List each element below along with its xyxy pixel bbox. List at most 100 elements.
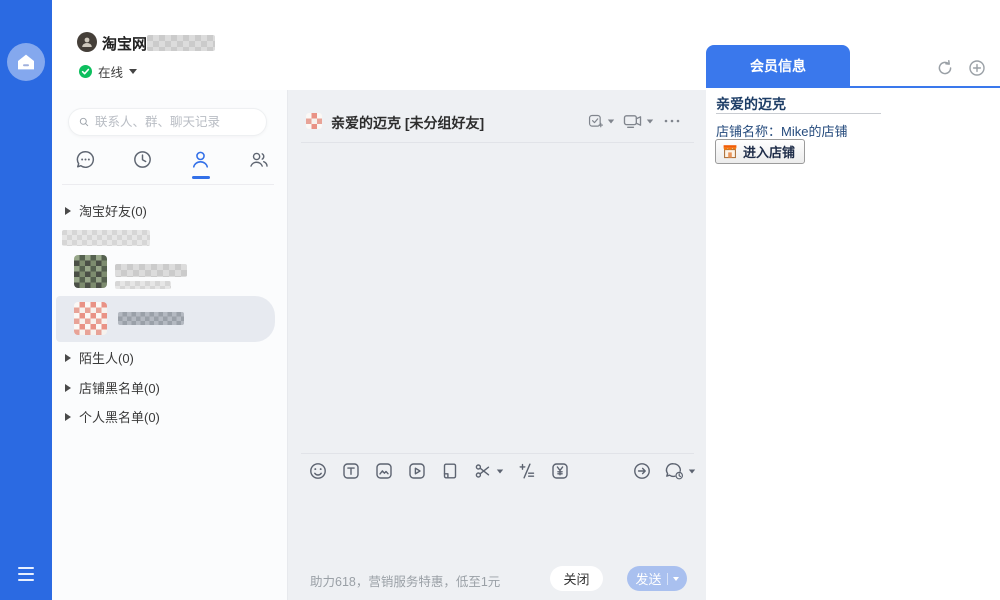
status-label: 在线: [98, 62, 123, 81]
site-title: 淘宝网: [102, 33, 147, 54]
scissors-icon: [473, 461, 493, 481]
chevron-down-icon: [608, 119, 614, 123]
file-icon: [440, 461, 460, 481]
redacted-contact-name: [115, 264, 187, 277]
group-label: 个人黑名单(0): [79, 407, 160, 426]
arrow-circle-icon: [632, 461, 652, 481]
tab-recent[interactable]: [131, 148, 153, 170]
active-tab-indicator: [192, 176, 210, 179]
refresh-button[interactable]: [934, 57, 956, 79]
chat-bubble-icon: [75, 149, 96, 170]
group-label: 陌生人(0): [79, 348, 134, 367]
close-chat-button[interactable]: 关闭: [550, 566, 603, 591]
group-strangers[interactable]: 陌生人(0): [65, 348, 134, 367]
message-input[interactable]: [288, 484, 707, 556]
refresh-icon: [936, 59, 954, 77]
emoji-icon: [308, 461, 328, 481]
text-format-icon: [341, 461, 361, 481]
send-label: 发送: [635, 569, 661, 588]
emoji-button[interactable]: [308, 461, 328, 481]
username-redacted: [147, 35, 215, 51]
shop-name-label: 店铺名称：Mike的店铺: [716, 121, 847, 140]
task-checkbox-menu-button[interactable]: [587, 108, 615, 134]
tab-contacts-selected[interactable]: [189, 148, 211, 170]
image-icon: [374, 461, 394, 481]
storefront-icon: [722, 144, 738, 159]
enter-shop-button[interactable]: 进入店铺: [715, 139, 805, 164]
collapse-arrow-icon: [65, 384, 71, 392]
status-selector[interactable]: 在线: [79, 62, 137, 81]
tab-conversations[interactable]: [74, 148, 96, 170]
ellipsis-icon: [662, 111, 682, 131]
user-avatar[interactable]: [77, 32, 97, 52]
plus-circle-icon: [968, 59, 986, 77]
play-video-icon: [407, 461, 427, 481]
close-chat-label: 关闭: [563, 569, 589, 588]
divider: [301, 453, 694, 454]
collapse-arrow-icon: [65, 413, 71, 421]
chat-peer-avatar: [306, 113, 322, 129]
tab-groups[interactable]: [247, 148, 271, 170]
contact-row[interactable]: [52, 253, 277, 293]
video-button[interactable]: [407, 461, 427, 481]
main-menu-button[interactable]: [18, 567, 34, 581]
home-button[interactable]: [7, 43, 45, 81]
video-call-menu-button[interactable]: [622, 108, 654, 134]
add-tab-button[interactable]: [966, 57, 988, 79]
font-button[interactable]: [341, 461, 361, 481]
chevron-down-icon: [497, 469, 503, 473]
image-button[interactable]: [374, 461, 394, 481]
yen-icon: [550, 461, 570, 481]
redacted-contact-name: [118, 312, 184, 325]
redacted-contact-status: [115, 281, 171, 289]
contact-row-selected[interactable]: [56, 296, 275, 342]
group-label: 淘宝好友(0): [79, 201, 147, 220]
avatar: [74, 302, 107, 335]
person-icon: [80, 35, 94, 49]
person-icon: [190, 149, 211, 170]
burger-line: [18, 579, 34, 581]
checkbox-plus-icon: [587, 111, 604, 131]
collapse-arrow-icon: [65, 354, 71, 362]
left-rail: [0, 0, 52, 600]
search-input[interactable]: [95, 115, 256, 129]
divider: [716, 113, 881, 114]
group-taobao-friends[interactable]: 淘宝好友(0): [65, 201, 147, 220]
group-personal-blacklist[interactable]: 个人黑名单(0): [65, 407, 160, 426]
member-tab-label: 会员信息: [750, 56, 806, 76]
chat-panel: 亲爱的迈克 [未分组好友]: [287, 90, 706, 600]
message-records-menu-button[interactable]: [664, 461, 696, 481]
burger-line: [18, 567, 34, 569]
promo-banner[interactable]: 助力618，营销服务特惠，低至1元: [310, 571, 500, 590]
message-history[interactable]: [288, 143, 707, 453]
chat-history-icon: [664, 461, 685, 481]
group-shop-blacklist[interactable]: 店铺黑名单(0): [65, 378, 160, 397]
forward-button[interactable]: [632, 461, 652, 481]
online-status-icon: [79, 65, 92, 78]
people-group-icon: [248, 149, 270, 170]
burger-line: [18, 573, 34, 575]
member-name: 亲爱的迈克: [716, 94, 786, 114]
app-window: 淘宝网 在线 帮助 | 皮肤 | 设置 |: [0, 0, 1000, 600]
avatar: [74, 255, 107, 288]
contact-search[interactable]: [68, 108, 267, 136]
send-button[interactable]: 发送: [627, 566, 687, 591]
chat-title: 亲爱的迈克 [未分组好友]: [331, 113, 484, 133]
member-panel: 会员信息 亲爱的迈克 店铺名称：Mike的店铺: [706, 0, 1000, 600]
tab-member-info[interactable]: 会员信息: [706, 45, 850, 86]
video-camera-icon: [622, 111, 643, 131]
active-tab-underline: [706, 86, 1000, 88]
quick-phrases-button[interactable]: [517, 461, 537, 481]
more-options-button[interactable]: [660, 108, 684, 134]
compose-toolbar-right: [618, 459, 696, 483]
chevron-down-icon: [689, 469, 695, 473]
enter-shop-label: 进入店铺: [743, 142, 795, 161]
search-icon: [79, 115, 89, 129]
divider: [667, 573, 668, 585]
plus-equals-icon: [517, 461, 537, 481]
chevron-down-icon: [129, 69, 137, 74]
transaction-button[interactable]: [550, 461, 570, 481]
screenshot-menu-button[interactable]: [473, 461, 504, 481]
collapse-arrow-icon: [65, 207, 71, 215]
file-button[interactable]: [440, 461, 460, 481]
